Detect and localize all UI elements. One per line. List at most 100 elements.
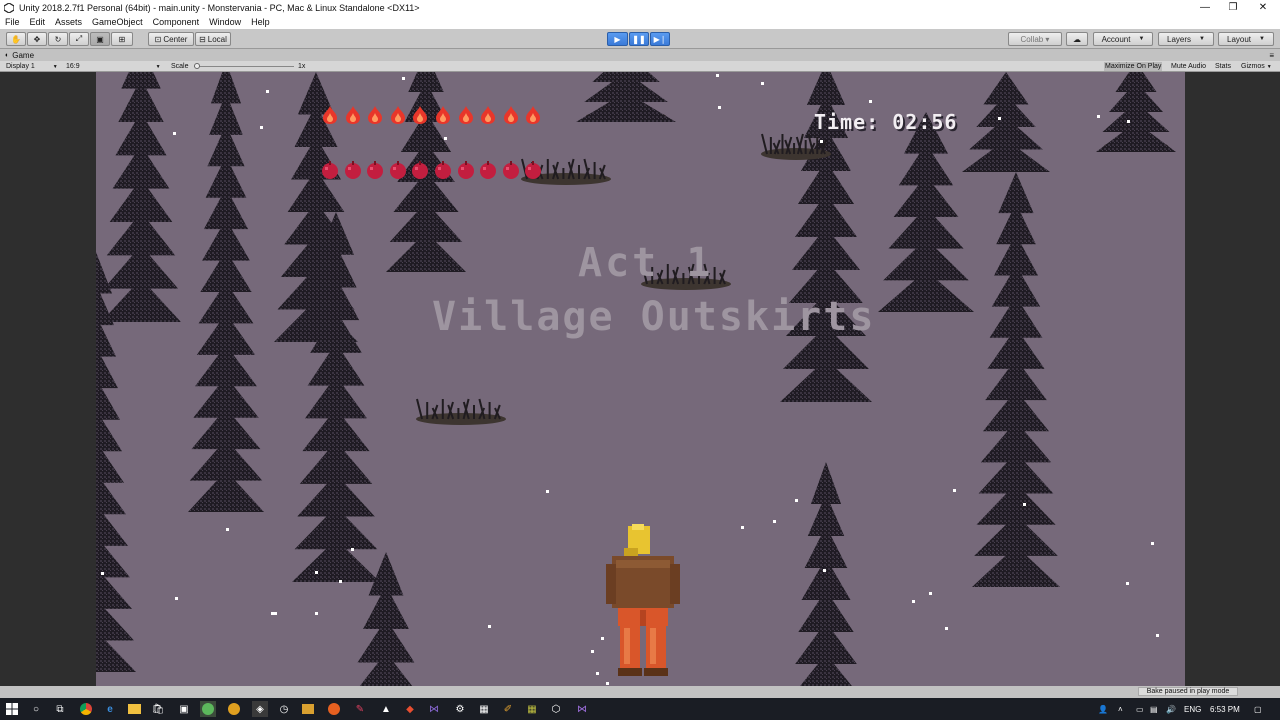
folder-icon[interactable] xyxy=(300,701,316,717)
mana-orb-icon xyxy=(501,161,521,179)
space-local-toggle[interactable]: ⊟ Local xyxy=(195,32,231,46)
display-dropdown[interactable]: Display 1 ▼ xyxy=(6,62,58,71)
stats-toggle[interactable]: Stats xyxy=(1215,62,1231,71)
pause-button[interactable]: ❚❚ xyxy=(629,32,649,46)
krita-icon[interactable]: ✎ xyxy=(352,701,368,717)
mute-audio-toggle[interactable]: Mute Audio xyxy=(1171,62,1206,71)
game-timer: Time: 02:56 xyxy=(814,110,958,134)
store-icon[interactable]: 🛍 xyxy=(150,701,166,717)
clock[interactable]: 6:53 PM xyxy=(1210,698,1240,720)
firefox-icon[interactable] xyxy=(326,701,342,717)
grid-app-icon[interactable]: ▦ xyxy=(524,701,540,717)
snowflake xyxy=(1126,582,1129,585)
hand-tool-button[interactable]: ✋ xyxy=(6,32,26,46)
account-dropdown[interactable]: Account ▼ xyxy=(1093,32,1153,46)
status-strip xyxy=(0,686,1280,697)
game-scene[interactable]: Time: 02:56 Act 1 Village Outskirts xyxy=(96,72,1185,686)
menu-file[interactable]: File xyxy=(0,17,25,27)
volume-icon[interactable]: 🔊 xyxy=(1166,698,1176,720)
snowflake xyxy=(175,597,178,600)
snowflake xyxy=(260,126,263,129)
chrome-icon[interactable] xyxy=(78,701,94,717)
player-sprite xyxy=(606,524,680,676)
snowflake xyxy=(1156,634,1159,637)
gizmos-dropdown[interactable]: Gizmos ▼ xyxy=(1241,62,1272,71)
maximize-on-play-toggle[interactable]: Maximize On Play xyxy=(1104,62,1163,71)
rect-tool-button[interactable]: ▣ xyxy=(90,32,110,46)
game-tab-row: ◐ Game ≡ xyxy=(0,50,1280,61)
chevron-down-icon: ▼ xyxy=(1259,36,1265,42)
layers-dropdown[interactable]: Layers ▼ xyxy=(1158,32,1214,46)
settings-app-icon[interactable]: ⚙ xyxy=(452,701,468,717)
menu-gameobject[interactable]: GameObject xyxy=(87,17,148,27)
cortana-icon[interactable]: ○ xyxy=(28,701,44,717)
paint-icon[interactable]: ✐ xyxy=(500,701,516,717)
transform-tool-button[interactable]: ⊞ xyxy=(111,32,133,46)
menu-help[interactable]: Help xyxy=(246,17,275,27)
act-title: Act 1 xyxy=(578,240,714,286)
scale-slider[interactable] xyxy=(194,62,294,71)
minimize-button[interactable]: — xyxy=(1190,0,1220,15)
network-icon[interactable]: ▤ xyxy=(1150,698,1158,720)
health-flame-icon xyxy=(478,105,498,125)
snowflake xyxy=(101,572,104,575)
snowflake xyxy=(226,528,229,531)
aspect-label: 16:9 xyxy=(66,63,80,70)
people-icon[interactable]: 👤 xyxy=(1098,698,1108,720)
snowflake xyxy=(596,672,599,675)
mana-orb-icon xyxy=(478,161,498,179)
mana-orb-icon xyxy=(388,161,408,179)
app-icon[interactable]: ▣ xyxy=(176,701,192,717)
maximize-button[interactable]: ❐ xyxy=(1218,0,1248,15)
menu-edit[interactable]: Edit xyxy=(25,17,51,27)
snowflake xyxy=(869,100,872,103)
pine-tree xyxy=(962,72,1050,172)
sketch-icon[interactable]: ⬡ xyxy=(548,701,564,717)
snowflake xyxy=(998,117,1001,120)
snowflake xyxy=(1151,542,1154,545)
collab-button[interactable]: Collab ▾ xyxy=(1008,32,1062,46)
step-button[interactable]: ▶❘ xyxy=(650,32,670,46)
pine-tree xyxy=(795,462,857,686)
chrome-green-icon[interactable] xyxy=(200,701,216,717)
cloud-button[interactable]: ☁ xyxy=(1066,32,1088,46)
rotate-tool-button[interactable]: ↻ xyxy=(48,32,68,46)
task-view-icon[interactable]: ⧉ xyxy=(52,701,68,717)
hand-icon: ✋ xyxy=(11,34,21,44)
pivot-center-toggle[interactable]: ⊡ Center xyxy=(148,32,194,46)
move-tool-button[interactable]: ✥ xyxy=(27,32,47,46)
git-icon[interactable]: ◆ xyxy=(402,701,418,717)
notification-icon[interactable]: ▢ xyxy=(1254,698,1262,720)
file-explorer-icon[interactable] xyxy=(126,701,142,717)
clock-app-icon[interactable]: ◷ xyxy=(276,701,292,717)
scale-tool-button[interactable]: ⤢ xyxy=(69,32,89,46)
windows-start-icon[interactable] xyxy=(4,701,20,717)
menu-component[interactable]: Component xyxy=(148,17,205,27)
unity-taskbar-icon[interactable]: ◈ xyxy=(252,701,268,717)
health-bar xyxy=(320,105,546,125)
close-button[interactable]: ✕ xyxy=(1248,0,1278,15)
calculator-icon[interactable]: ▦ xyxy=(476,701,492,717)
slider-handle[interactable] xyxy=(194,63,200,69)
visual-studio-icon[interactable]: ⋈ xyxy=(574,701,590,717)
tab-menu-icon[interactable]: ≡ xyxy=(1269,51,1274,60)
aspect-dropdown[interactable]: 16:9 ▼ xyxy=(66,62,161,71)
snowflake xyxy=(795,499,798,502)
edge-icon[interactable]: e xyxy=(102,701,118,717)
layout-dropdown[interactable]: Layout ▼ xyxy=(1218,32,1274,46)
menu-window[interactable]: Window xyxy=(204,17,246,27)
menu-assets[interactable]: Assets xyxy=(50,17,87,27)
battery-icon[interactable]: ▭ xyxy=(1136,698,1144,720)
snowflake xyxy=(761,82,764,85)
inkscape-icon[interactable]: ▲ xyxy=(378,701,394,717)
language-indicator[interactable]: ENG xyxy=(1184,698,1201,720)
chrome-canary-icon[interactable] xyxy=(226,701,242,717)
game-viewport[interactable]: Time: 02:56 Act 1 Village Outskirts xyxy=(0,72,1280,686)
play-button[interactable]: ▶ xyxy=(607,32,628,46)
game-tab[interactable]: ◐ Game xyxy=(5,51,34,60)
pivot-label: Center xyxy=(163,34,188,44)
pivot-icon: ⊡ xyxy=(154,34,162,44)
move-icon: ✥ xyxy=(33,34,41,44)
vs-code-icon[interactable]: ⋈ xyxy=(426,701,442,717)
chevron-up-icon[interactable]: ˄ xyxy=(1118,698,1123,720)
